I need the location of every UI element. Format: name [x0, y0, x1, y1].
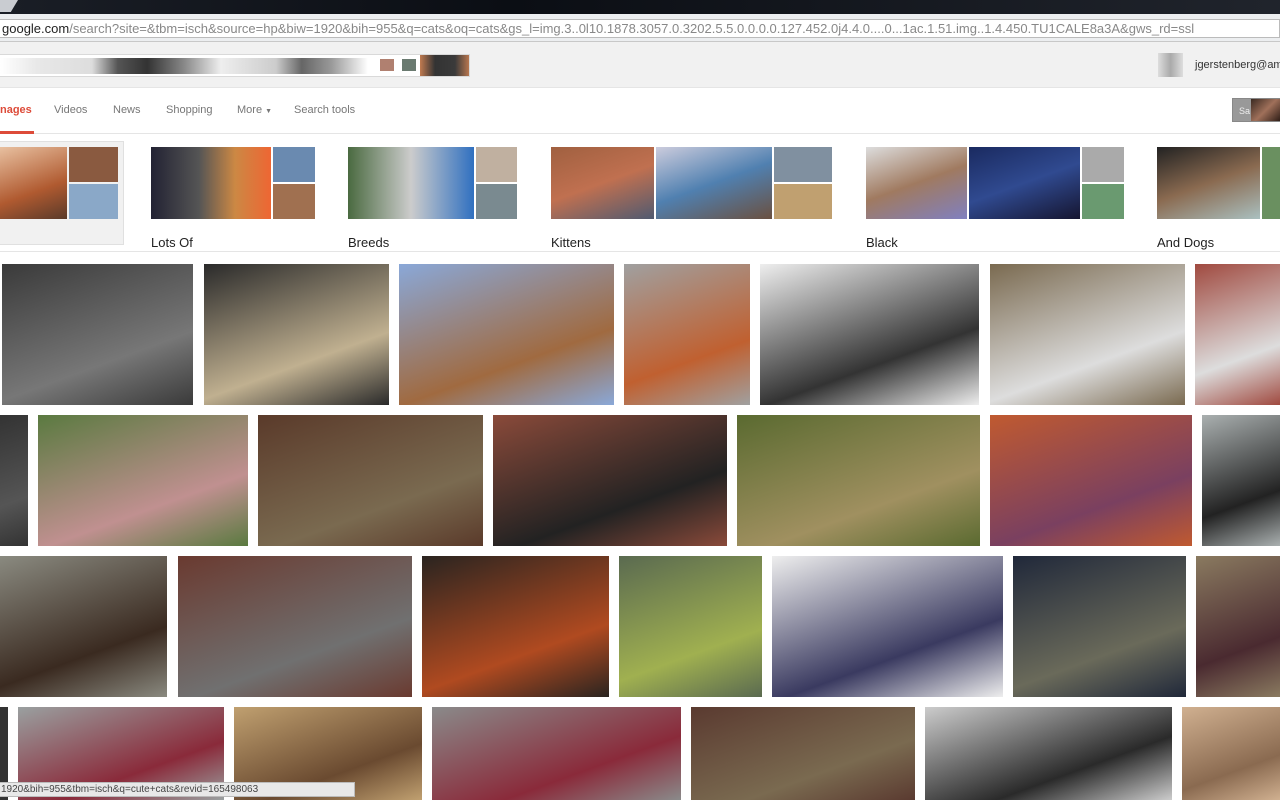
search-tools-button[interactable]: Search tools	[294, 104, 355, 116]
image-result[interactable]	[432, 707, 681, 800]
image-result[interactable]	[760, 264, 979, 405]
image-thumbnail	[476, 184, 517, 219]
image-result[interactable]	[399, 264, 614, 405]
related-search-item[interactable]: Lots Of	[151, 147, 315, 250]
image-result[interactable]	[737, 415, 980, 546]
image-thumbnail	[0, 147, 67, 219]
image-result[interactable]	[178, 556, 412, 697]
search-by-image-input[interactable]	[0, 54, 470, 77]
image-result[interactable]	[624, 264, 750, 405]
image-thumbnail	[1082, 184, 1124, 219]
image-result[interactable]	[1196, 556, 1280, 697]
image-thumbnail	[1262, 147, 1280, 219]
image-thumbnail	[69, 147, 118, 182]
image-thumbnail	[273, 184, 315, 219]
image-result[interactable]	[619, 556, 762, 697]
address-bar-area: google.com/search?site=&tbm=isch&source=…	[0, 14, 1280, 42]
image-result[interactable]	[1195, 264, 1280, 405]
image-result[interactable]	[493, 415, 727, 546]
related-search-item[interactable]: And Dogs	[1157, 147, 1280, 250]
image-thumbnail	[969, 147, 1080, 219]
image-thumbnail	[774, 147, 832, 182]
image-thumbnail[interactable]	[380, 59, 394, 71]
image-result[interactable]	[925, 707, 1172, 800]
image-result[interactable]	[422, 556, 609, 697]
image-result[interactable]	[990, 415, 1192, 546]
image-result[interactable]	[2, 264, 193, 405]
tab-more[interactable]: More ▼	[237, 104, 272, 116]
image-result[interactable]	[772, 556, 1003, 697]
image-thumbnail	[1157, 147, 1260, 219]
related-search-item[interactable]: Kittens	[551, 147, 832, 250]
image-result[interactable]	[38, 415, 248, 546]
browser-titlebar	[0, 0, 1280, 14]
address-bar[interactable]: google.com/search?site=&tbm=isch&source=…	[0, 19, 1280, 38]
image-result[interactable]	[258, 415, 483, 546]
image-thumbnail	[551, 147, 654, 219]
image-result[interactable]	[1013, 556, 1186, 697]
image-thumbnail	[69, 184, 118, 219]
related-search-item[interactable]: Breeds	[348, 147, 517, 250]
image-result[interactable]	[691, 707, 915, 800]
image-thumbnail	[151, 147, 271, 219]
related-search-item[interactable]	[0, 147, 118, 247]
image-thumbnail	[273, 147, 315, 182]
tab-images[interactable]: nages	[0, 104, 32, 116]
tab-shopping[interactable]: Shopping	[166, 104, 213, 116]
image-thumbnail[interactable]	[402, 59, 416, 71]
image-thumbnail	[348, 147, 474, 219]
browser-tab[interactable]	[0, 0, 18, 12]
image-result[interactable]	[0, 556, 167, 697]
related-search-item[interactable]: Black	[866, 147, 1124, 250]
related-searches: Lots Of Breeds Kittens Black And Dogs	[0, 134, 1280, 252]
image-thumbnail	[866, 147, 967, 219]
account-email[interactable]: jgerstenberg@am	[1195, 59, 1280, 71]
safesearch-button[interactable]: Sa	[1232, 98, 1280, 122]
image-result[interactable]	[990, 264, 1185, 405]
google-header: jgerstenberg@am	[0, 42, 1280, 88]
avatar[interactable]	[1158, 53, 1183, 77]
image-result[interactable]	[204, 264, 389, 405]
image-thumbnail	[476, 147, 517, 182]
image-result[interactable]	[0, 415, 28, 546]
status-bar: 1920&bih=955&tbm=isch&q=cute+cats&revid=…	[0, 782, 355, 797]
image-thumbnail	[774, 184, 832, 219]
image-thumbnail[interactable]	[420, 55, 469, 76]
image-result[interactable]	[1182, 707, 1280, 800]
chevron-down-icon: ▼	[265, 108, 273, 115]
tab-videos[interactable]: Videos	[54, 104, 87, 116]
tab-news[interactable]: News	[113, 104, 141, 116]
image-thumbnail	[1251, 99, 1280, 121]
image-thumbnail	[656, 147, 772, 219]
image-result[interactable]	[1202, 415, 1280, 546]
search-tabs: nages Videos News Shopping More ▼ Search…	[0, 88, 1280, 134]
image-thumbnail	[1082, 147, 1124, 182]
query-image-strip	[0, 58, 368, 74]
